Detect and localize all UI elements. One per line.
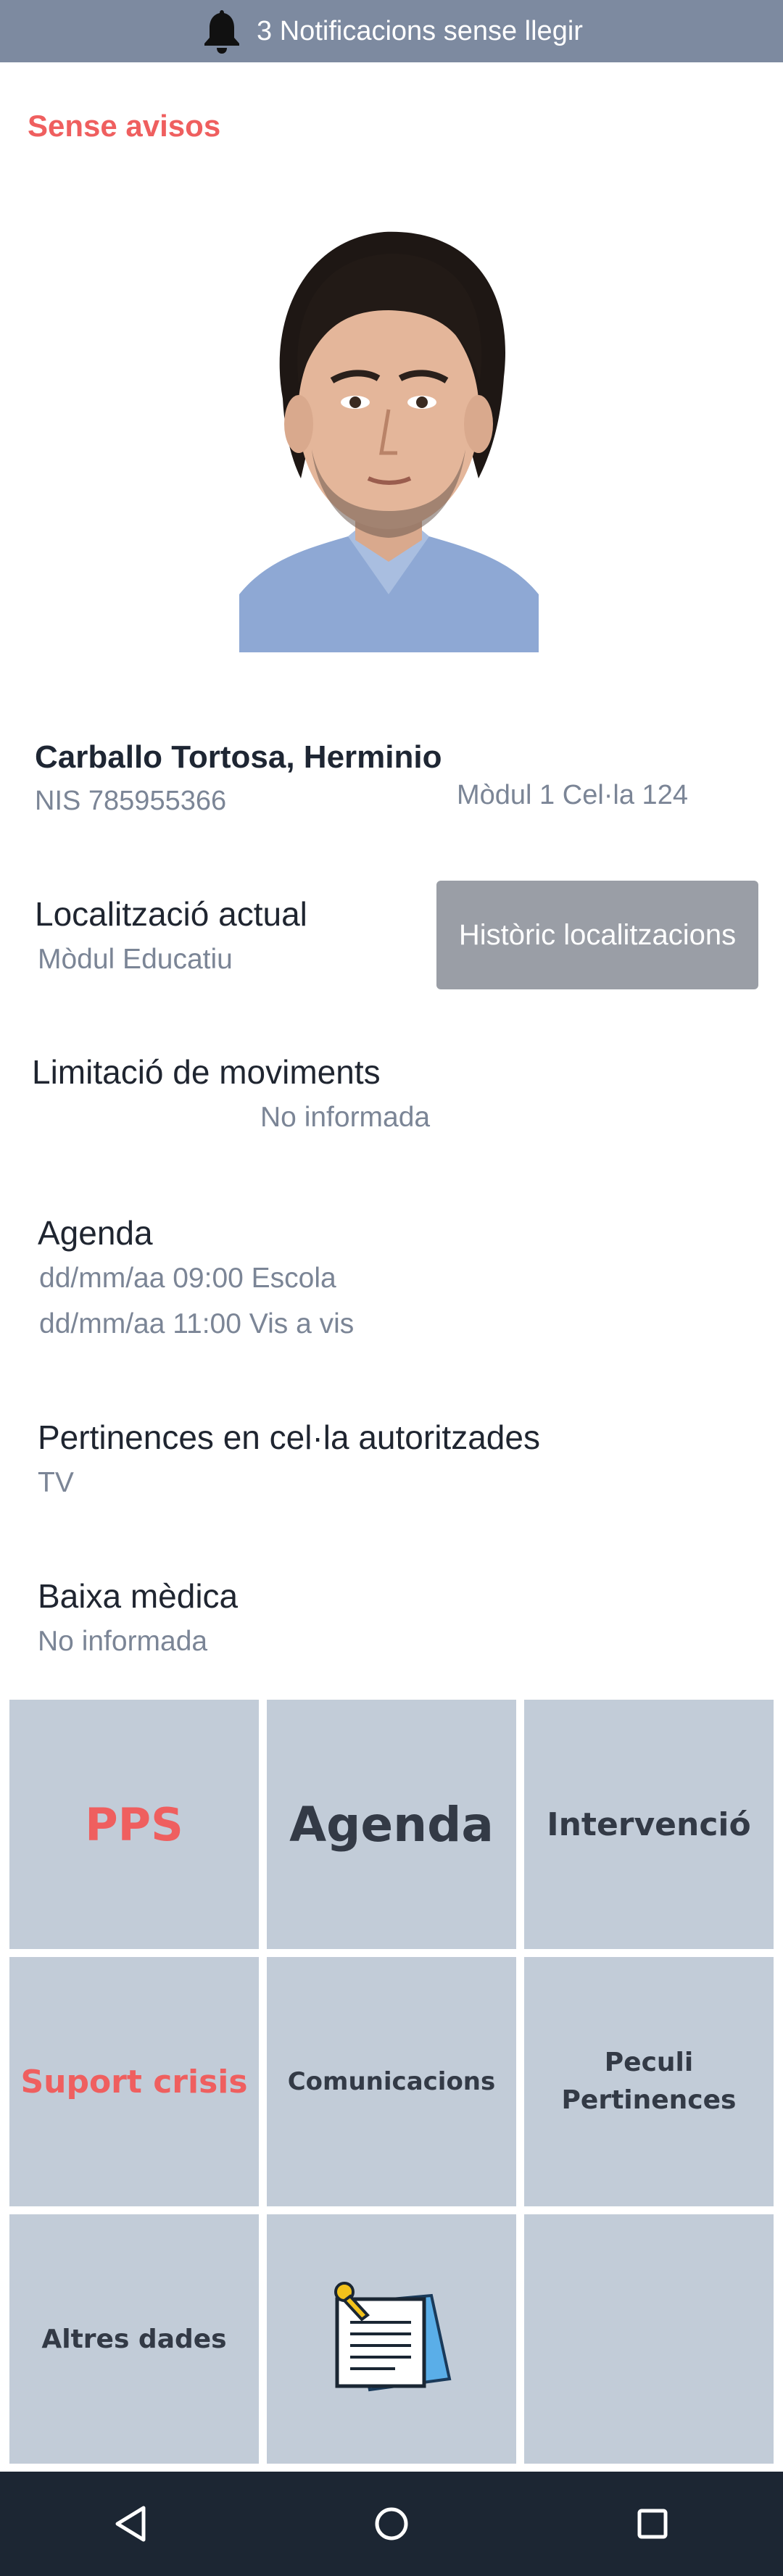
- comunicacions-tile[interactable]: Comunicacions: [267, 1957, 516, 2206]
- movement-value: No informada: [260, 1102, 431, 1133]
- location-value: Mòdul Educatiu: [38, 944, 233, 975]
- inmate-name: Carballo Tortosa, Herminio: [35, 739, 442, 775]
- agenda-item: dd/mm/aa 09:00 Escola: [39, 1263, 336, 1294]
- location-history-button[interactable]: Històric localitzacions: [436, 881, 758, 989]
- notification-bar[interactable]: 3 Notificacions sense llegir: [0, 0, 783, 62]
- intervencio-tile[interactable]: Intervenció: [524, 1700, 774, 1949]
- back-button[interactable]: [87, 2480, 174, 2567]
- peculi-label: Peculi: [604, 2048, 694, 2077]
- home-button[interactable]: [348, 2480, 435, 2567]
- comunicacions-label: Comunicacions: [287, 2067, 496, 2096]
- back-icon: [115, 2506, 146, 2542]
- belongings-title: Pertinences en cel·la autoritzades: [38, 1418, 540, 1456]
- bell-icon: [204, 10, 240, 54]
- medical-value: No informada: [38, 1626, 208, 1657]
- pertinences-label: Pertinences: [561, 2085, 737, 2115]
- agenda-tile[interactable]: Agenda: [267, 1700, 516, 1949]
- altres-dades-tile[interactable]: Altres dades: [9, 2214, 259, 2464]
- inmate-cell: Mòdul 1 Cel·la 124: [457, 780, 688, 810]
- profile-photo: [239, 217, 539, 652]
- inmate-nis: NIS 785955366: [35, 786, 227, 816]
- location-title: Localització actual: [35, 895, 307, 933]
- pps-label: PPS: [85, 1798, 183, 1851]
- recents-icon: [637, 2509, 668, 2539]
- suport-crisis-label: Suport crisis: [20, 2063, 248, 2101]
- notes-tile[interactable]: [267, 2214, 516, 2464]
- pps-tile[interactable]: PPS: [9, 1700, 259, 1949]
- empty-tile: [524, 2214, 774, 2464]
- peculi-pertinences-tile[interactable]: Peculi Pertinences: [524, 1957, 774, 2206]
- agenda-tile-label: Agenda: [289, 1796, 494, 1853]
- agenda-title: Agenda: [38, 1214, 153, 1252]
- menu-grid: PPS Agenda Intervenció Suport crisis Com…: [9, 1700, 774, 2464]
- notifications-label: 3 Notificacions sense llegir: [257, 15, 583, 46]
- system-navbar: [0, 2472, 783, 2576]
- altres-dades-label: Altres dades: [41, 2324, 227, 2354]
- home-icon: [375, 2507, 408, 2540]
- notepad-icon: [334, 2282, 452, 2392]
- agenda-item: dd/mm/aa 11:00 Vis a vis: [39, 1308, 355, 1339]
- belongings-value: TV: [38, 1467, 74, 1498]
- movement-title: Limitació de moviments: [32, 1053, 381, 1091]
- medical-title: Baixa mèdica: [38, 1577, 239, 1615]
- recents-button[interactable]: [609, 2480, 696, 2567]
- suport-crisis-tile[interactable]: Suport crisis: [9, 1957, 259, 2206]
- intervencio-label: Intervenció: [547, 1806, 751, 1843]
- warning-status: Sense avisos: [28, 109, 221, 143]
